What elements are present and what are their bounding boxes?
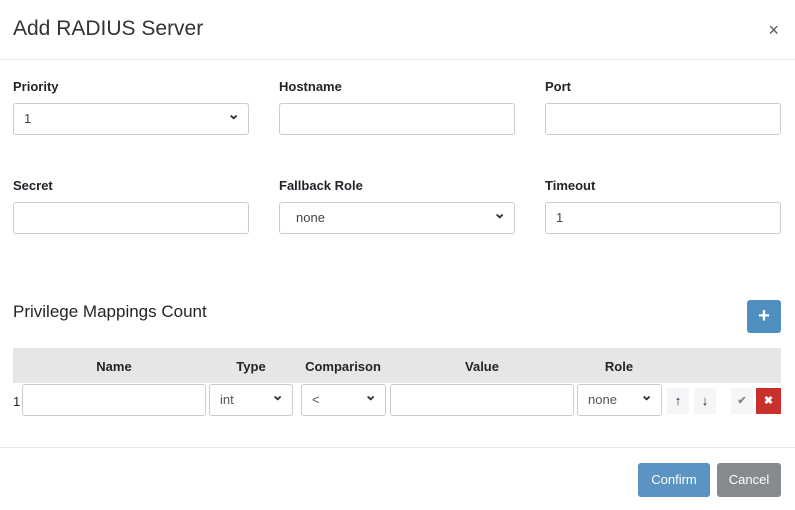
check-icon[interactable]: ✔ (731, 388, 753, 414)
close-icon[interactable]: × (768, 20, 779, 41)
hostname-label: Hostname (279, 79, 342, 94)
divider (0, 447, 795, 448)
move-down-icon[interactable]: ↓ (694, 388, 716, 414)
mapping-role-select[interactable]: none (577, 381, 662, 416)
cancel-button[interactable]: Cancel (717, 463, 781, 497)
priority-select[interactable]: 1 (13, 100, 249, 135)
timeout-label: Timeout (545, 178, 596, 193)
divider (0, 59, 795, 60)
header-role: Role (604, 359, 634, 374)
dialog-title: Add RADIUS Server (13, 17, 204, 40)
hostname-input[interactable] (279, 103, 515, 135)
mapping-name-input[interactable] (22, 384, 206, 416)
port-label: Port (545, 79, 571, 94)
fallback-role-label: Fallback Role (279, 178, 363, 193)
row-index: 1 (13, 394, 21, 409)
header-type: Type (236, 359, 266, 374)
add-mapping-button[interactable]: + (747, 300, 781, 333)
mapping-comparison-select[interactable]: < (301, 381, 386, 416)
mapping-type-select[interactable]: int (209, 381, 293, 416)
header-name: Name (96, 359, 132, 374)
priority-label: Priority (13, 79, 59, 94)
move-up-icon[interactable]: ↑ (667, 388, 689, 414)
mappings-table-header: Name Type Comparison Value Role (13, 348, 781, 383)
header-comparison: Comparison (305, 359, 381, 374)
fallback-role-select[interactable]: none (279, 199, 515, 234)
secret-input[interactable] (13, 202, 249, 234)
delete-row-icon[interactable]: ✖ (756, 388, 781, 414)
timeout-input[interactable]: 1 (545, 202, 781, 234)
confirm-button[interactable]: Confirm (638, 463, 710, 497)
header-value: Value (465, 359, 499, 374)
privilege-mappings-title: Privilege Mappings Count (13, 302, 207, 321)
mapping-value-input[interactable] (390, 384, 574, 416)
secret-label: Secret (13, 178, 53, 193)
port-input[interactable] (545, 103, 781, 135)
